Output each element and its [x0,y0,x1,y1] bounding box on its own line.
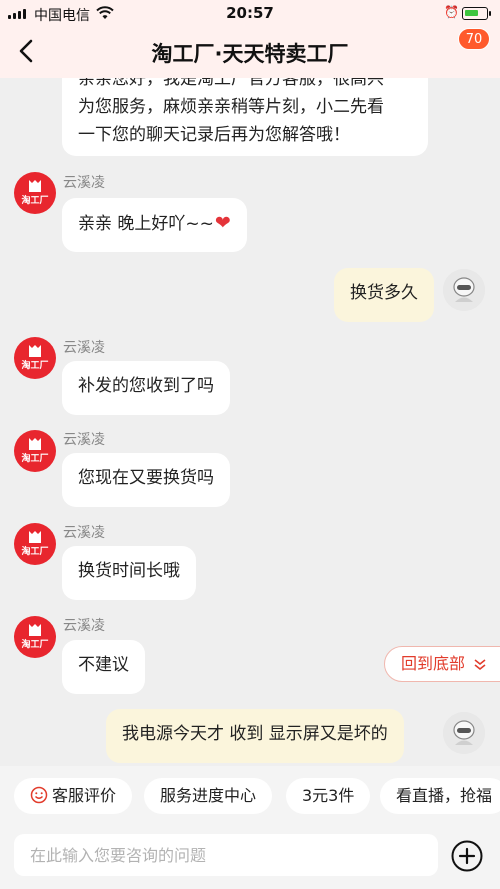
heart-emoji: ❤ [214,212,231,234]
quick-action-3-for-3[interactable]: 3元3件 [286,778,371,814]
quick-action-label: 服务进度中心 [160,786,257,805]
page-title: 淘工厂·天天特卖工厂 [151,42,349,66]
message-bubble-shop: 补发的您收到了吗 [62,361,230,415]
shop-avatar-text: 淘工厂 [21,452,48,464]
double-chevron-down-icon [474,659,486,671]
message-text: 亲亲 晚上好吖~~ [78,214,214,234]
message-text: 补发的您收到了吗 [78,376,214,396]
quick-action-label: 客服评价 [52,786,117,805]
battery-icon [462,7,491,20]
status-bar: 中国电信 20:57 ⏰ [0,0,500,28]
user-avatar[interactable] [443,269,485,311]
alarm-icon: ⏰ [444,5,459,19]
unread-count-badge[interactable]: 70 [458,28,490,50]
quick-action-rate-service[interactable]: 客服评价 [14,778,133,814]
message-bubble-shop: 不建议 [62,640,145,694]
chat-message-list[interactable]: 亲亲您好，我是淘工厂官方客服，很高兴 为您服务，麻烦亲亲稍等片刻，小二先看 一下… [0,78,500,766]
shop-avatar-text: 淘工厂 [21,194,48,206]
message-text: 不建议 [78,655,129,675]
message-bubble-me: 换货多久 [334,268,434,322]
shop-avatar[interactable]: 淘工厂 [14,430,56,472]
message-text-line: 一下您的聊天记录后再为您解答哦！ [78,125,350,145]
message-bubble-me: 我电源今天才 收到 显示屏又是坏的 [106,709,404,763]
back-to-bottom-button[interactable]: 回到底部 [384,646,500,682]
back-to-bottom-label: 回到底部 [401,654,466,673]
shop-avatar-text: 淘工厂 [21,638,48,650]
quick-action-live[interactable]: 看直播，抢福 [380,778,500,814]
message-bubble-shop: 您现在又要换货吗 [62,453,230,507]
shop-avatar[interactable]: 淘工厂 [14,172,56,214]
message-text-line: 为您服务，麻烦亲亲稍等片刻，小二先看 [78,97,384,117]
quick-action-service-progress[interactable]: 服务进度中心 [144,778,273,814]
quick-actions-bar: 客服评价 服务进度中心 3元3件 看直播，抢福 [0,766,500,826]
sender-name: 云溪凌 [63,618,105,634]
shop-avatar[interactable]: 淘工厂 [14,337,56,379]
user-avatar[interactable] [443,712,485,754]
sender-name: 云溪凌 [63,525,105,541]
shop-avatar-text: 淘工厂 [21,545,48,557]
plus-circle-icon [451,840,483,872]
message-bubble-shop: 亲亲您好，我是淘工厂官方客服，很高兴 为您服务，麻烦亲亲稍等片刻，小二先看 一下… [62,78,428,156]
shop-avatar[interactable]: 淘工厂 [14,616,56,658]
message-input[interactable] [14,834,438,876]
message-bubble-shop: 亲亲 晚上好吖~~❤ [62,198,247,252]
message-bubble-shop: 换货时间长哦 [62,546,196,600]
more-options-button[interactable] [450,839,484,873]
sender-name: 云溪凌 [63,175,105,191]
message-text: 换货多久 [350,283,418,303]
smile-icon [30,786,48,804]
message-text: 我电源今天才 收到 显示屏又是坏的 [122,724,388,744]
quick-action-label: 3元3件 [302,786,355,805]
shop-avatar[interactable]: 淘工厂 [14,523,56,565]
clock-time: 20:57 [226,4,274,22]
input-bar [0,826,500,889]
message-text-line: 亲亲您好，我是淘工厂官方客服，很高兴 [78,78,384,89]
chat-header: 淘工厂·天天特卖工厂 70 [0,28,500,78]
shop-avatar-text: 淘工厂 [21,359,48,371]
message-text: 您现在又要换货吗 [78,468,214,488]
sender-name: 云溪凌 [63,432,105,448]
sender-name: 云溪凌 [63,340,105,356]
quick-action-label: 看直播，抢福 [396,786,493,805]
message-text: 换货时间长哦 [78,561,180,581]
